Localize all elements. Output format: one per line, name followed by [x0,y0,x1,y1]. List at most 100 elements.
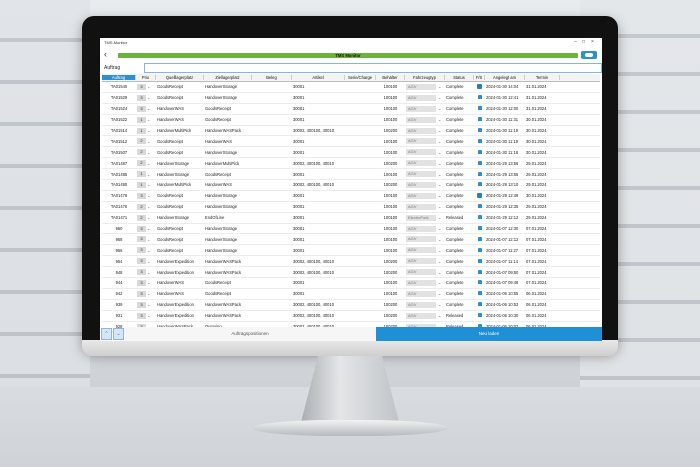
priority-select[interactable]: 1 ⌄ [136,171,156,178]
table-row[interactable]: TA01480 1 ⌄ HandoverMultiPick HandoverWAS 300… [102,180,600,191]
priority-select[interactable]: 3⌄ [136,269,156,276]
back-arrow-icon[interactable]: ‹ [104,50,107,59]
vehicle-type-select[interactable]: AGV⌄ [405,269,445,276]
vehicle-type-select[interactable]: AGV⌄ [405,94,445,101]
table-row[interactable]: 956 3 ⌄ GoodsReceipt HandoverStorage 30001 100… [102,245,600,257]
column-header[interactable]: Status [445,75,474,80]
table-row[interactable]: TA01478 3 ⌄ GoodsReceipt HandoverStorage 3000… [102,191,600,202]
table-row[interactable]: TA01507 2 ⌄ GoodsReceipt HandoverStorage 3000… [102,147,600,159]
priority-select[interactable]: 3⌄ [136,83,156,90]
chevron-down-icon: ⌄ [147,236,151,242]
column-header[interactable]: Quelllagerplatz [156,75,204,80]
priority-select[interactable]: 3⌄ [136,94,156,101]
source-location-cell: HandoverWAS [157,106,184,112]
scroll-down-button[interactable]: ⌄ [113,328,124,340]
column-header[interactable]: Beleg [252,75,292,80]
priority-select[interactable]: 2 ⌄ [136,149,156,156]
order-positions-tab[interactable]: Auftragspositionen [124,327,376,341]
priority-select[interactable]: 1 ⌄ [136,127,156,134]
priority-select[interactable]: 3⌄ [136,192,156,199]
vehicle-type-select[interactable]: AGV⌄ [405,279,445,286]
vehicle-type-select[interactable]: AGV⌄ [405,181,445,188]
table-row[interactable]: TA01487 2 ⌄ HandoverStorage HandoverMultiPic… [102,158,600,170]
priority-select[interactable]: 3⌄ [136,105,156,112]
lock-icon [474,291,485,296]
column-header[interactable]: F/S [474,75,485,80]
column-header[interactable]: Prio [136,75,156,80]
vehicle-type-select[interactable]: AGV⌄ [405,290,445,297]
vehicle-type-select[interactable]: AGV⌄ [405,247,445,254]
table-row[interactable]: TA01522 1 ⌄ HandoverWAS GoodsReceipt 30001 100… [102,115,600,126]
table-row[interactable]: TA01540 3 ⌄ GoodsReceipt HandoverStorage 3000… [102,82,600,93]
table-row[interactable]: TA01524 3 ⌄ HandoverWAS GoodsReceipt 30001 100… [102,104,600,115]
column-header[interactable]: Ziellagerplatz [204,75,252,80]
table-row[interactable]: 958 3 ⌄ GoodsReceipt HandoverStorage 30001 100… [102,234,600,246]
close-icon[interactable]: × [591,39,594,45]
lock-icon [474,106,485,111]
minimize-icon[interactable]: – [574,39,577,45]
vehicle-type-select[interactable]: AGV⌄ [405,138,445,145]
search-input[interactable] [144,63,602,73]
priority-select[interactable]: 1 ⌄ [136,116,156,123]
priority-select[interactable]: 3⌄ [136,312,156,319]
table-row[interactable]: TA01512 2 ⌄ GoodsReceipt HandoverWAS 30001 100… [102,136,600,148]
table-row[interactable]: TA01476 2 ⌄ GoodsReceipt HandoverStorage 3000… [102,202,600,213]
table-row[interactable]: 939 3 ⌄ HandoverExpedition HandoverWASPack 30… [102,300,600,311]
table-row[interactable]: 942 3 ⌄ HandoverWAS GoodsReceipt 30001 100100 A… [102,289,600,300]
vehicle-type-select[interactable]: AGV⌄ [405,127,445,134]
priority-select[interactable]: 3⌄ [136,258,156,265]
vehicle-type-select[interactable]: AGV⌄ [405,192,445,199]
vehicle-type-select[interactable]: AGV⌄ [405,236,445,243]
priority-select[interactable]: 3⌄ [136,301,156,308]
priority-select[interactable]: 1 ⌄ [136,181,156,188]
column-header[interactable]: Auftrag [102,75,136,80]
cloud-icon[interactable] [581,51,597,59]
source-location-cell: GoodsReceipt [157,193,183,199]
column-header[interactable]: Termin [525,75,560,80]
table-row[interactable]: 948 3 ⌄ HandoverExpedition HandoverWASPack 30… [102,267,600,279]
priority-select[interactable]: 3⌄ [136,247,156,254]
column-header[interactable]: Behälter [376,75,405,80]
priority-select[interactable]: 2 ⌄ [136,160,156,167]
vehicle-type-select[interactable]: AGV⌄ [405,83,445,90]
vehicle-type-select[interactable]: ElectroFork ⌄ [405,214,445,221]
target-location-cell: HandoverStorage [205,193,238,199]
vehicle-type-select[interactable]: AGV⌄ [405,149,445,156]
order-id-cell: TA01540 [110,84,128,90]
vehicle-type-select[interactable]: AGV⌄ [405,301,445,308]
table-row[interactable]: 960 3 ⌄ GoodsReceipt HandoverStorage 30001 100… [102,224,600,235]
priority-select[interactable]: 3⌄ [136,225,156,232]
table-row[interactable]: 944 3 ⌄ HandoverWAS GoodsReceipt 30001 100100 A… [102,278,600,289]
lock-icon [477,236,482,241]
table-row[interactable]: 954 3 ⌄ HandoverExpedition HandoverWASPack 30… [102,256,600,268]
column-header[interactable]: Fahrzeugtyp [405,75,445,80]
table-row[interactable]: TA01529 3 ⌄ GoodsReceipt HandoverStorage 3000… [102,93,600,104]
column-header[interactable]: Angelegt am [485,75,525,80]
vehicle-type-select[interactable]: AGV⌄ [405,105,445,112]
scroll-up-button[interactable]: ⌃ [101,328,112,340]
priority-select[interactable]: 2 ⌄ [136,214,156,221]
container-cell: 100100 [383,215,398,221]
vehicle-type-select[interactable]: AGV⌄ [405,171,445,178]
vehicle-type-select[interactable]: AGV⌄ [405,258,445,265]
vehicle-type-select[interactable]: AGV⌄ [405,160,445,167]
vehicle-type-select[interactable]: AGV⌄ [405,203,445,210]
table-row[interactable]: TA01485 1 ⌄ HandoverStorage GoodsReceipt 3000… [102,169,600,181]
priority-select[interactable]: 3⌄ [136,290,156,297]
reload-button[interactable]: Neu laden [376,327,602,341]
table-row[interactable]: TA01471 2 ⌄ HandoverStorage EndOfLine 30001 10… [102,213,600,224]
priority-select[interactable]: 2 ⌄ [136,138,156,145]
column-header[interactable]: Artikel [292,75,345,80]
vehicle-type-select[interactable]: AGV⌄ [405,225,445,232]
priority-select[interactable]: 3⌄ [136,279,156,286]
table-row[interactable]: TA01514 1 ⌄ HandoverMultiPick HandoverWASPac… [102,126,600,137]
vehicle-type-select[interactable]: AGV⌄ [405,312,445,319]
column-header[interactable]: Serie/Charge [345,75,376,80]
table-row[interactable]: 931 3 ⌄ HandoverExpedition HandoverWASPack 30… [102,311,600,322]
priority-select[interactable]: 3⌄ [136,236,156,243]
lock-icon [477,280,482,285]
priority-select[interactable]: 2 ⌄ [136,203,156,210]
vehicle-type-select[interactable]: AGV⌄ [405,116,445,123]
table-header: Auftrag Prio Quelllagerplatz Ziellagerplatz… [102,74,600,82]
maximize-icon[interactable]: □ [582,39,585,45]
